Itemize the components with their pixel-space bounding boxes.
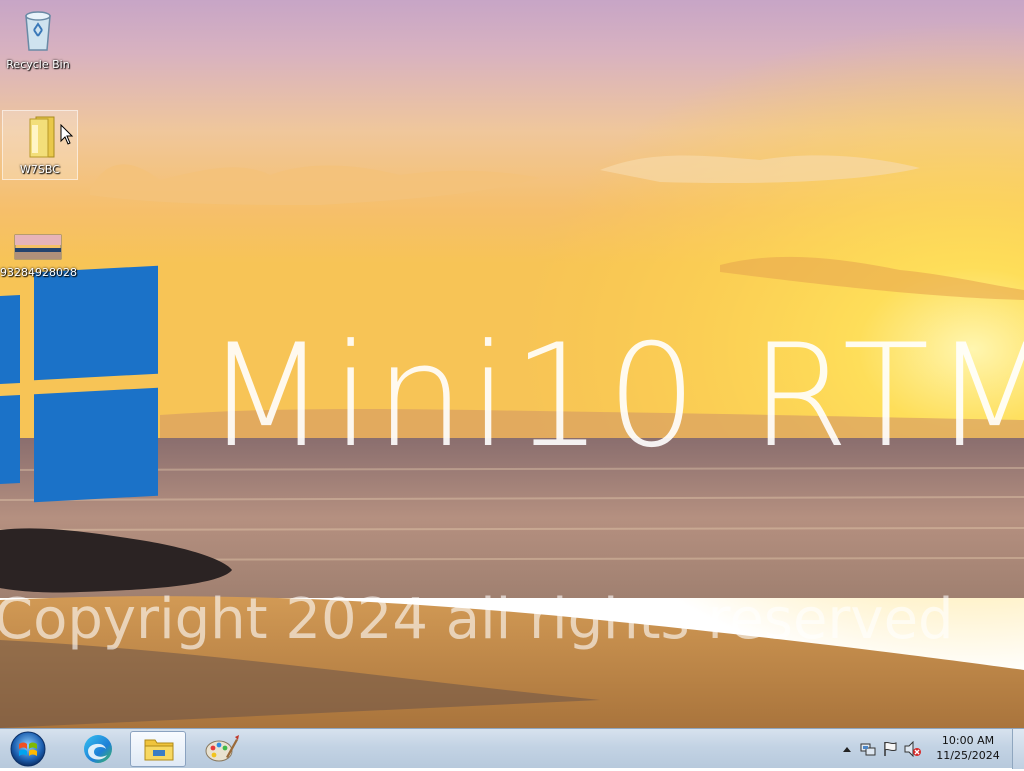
volume-muted-icon[interactable] xyxy=(904,741,922,757)
edge-icon xyxy=(84,735,112,763)
show-desktop-button[interactable] xyxy=(1012,729,1024,769)
show-hidden-icons-arrow[interactable] xyxy=(842,745,852,753)
clock-time: 10:00 AM xyxy=(941,734,995,747)
taskbar-paint-button[interactable] xyxy=(192,731,248,767)
system-tray: 10:00 AM 11/25/2024 xyxy=(834,729,1024,769)
mouse-cursor-icon xyxy=(60,124,74,145)
image-file-desktop-icon[interactable]: 93284928028 xyxy=(0,228,77,298)
folder-icon xyxy=(29,116,55,158)
windows-start-orb-icon xyxy=(10,731,46,767)
taskbar-clock[interactable]: 10:00 AM 11/25/2024 xyxy=(934,733,1002,763)
taskbar-file-explorer-button[interactable] xyxy=(130,731,186,767)
recycle-bin-icon xyxy=(25,11,51,51)
taskbar-edge-button[interactable] xyxy=(70,731,126,767)
recycle-bin-desktop-icon[interactable]: Recycle Bin xyxy=(0,2,76,72)
clock-date: 11/25/2024 xyxy=(936,749,1000,762)
wallpaper-title: Mini10 RTM xyxy=(205,314,1024,479)
image-file-label: 93284928028 xyxy=(0,266,77,279)
folder-icon xyxy=(144,739,174,761)
w7sbc-label: W7SBC xyxy=(20,163,60,176)
network-icon[interactable] xyxy=(860,741,876,757)
image-file-icon xyxy=(14,234,62,260)
recycle-bin-label: Recycle Bin xyxy=(6,58,70,71)
start-button[interactable] xyxy=(5,731,51,767)
taskbar: 10:00 AM 11/25/2024 xyxy=(0,728,1024,769)
paint-icon xyxy=(205,735,239,762)
desktop[interactable]: Mini10 RTM Copyright 2024 all rights res… xyxy=(0,0,1024,728)
wallpaper-copyright: Copyright 2024 all rights reserved xyxy=(0,587,954,652)
wallpaper: Mini10 RTM Copyright 2024 all rights res… xyxy=(0,0,1024,728)
action-center-flag-icon[interactable] xyxy=(882,741,898,757)
